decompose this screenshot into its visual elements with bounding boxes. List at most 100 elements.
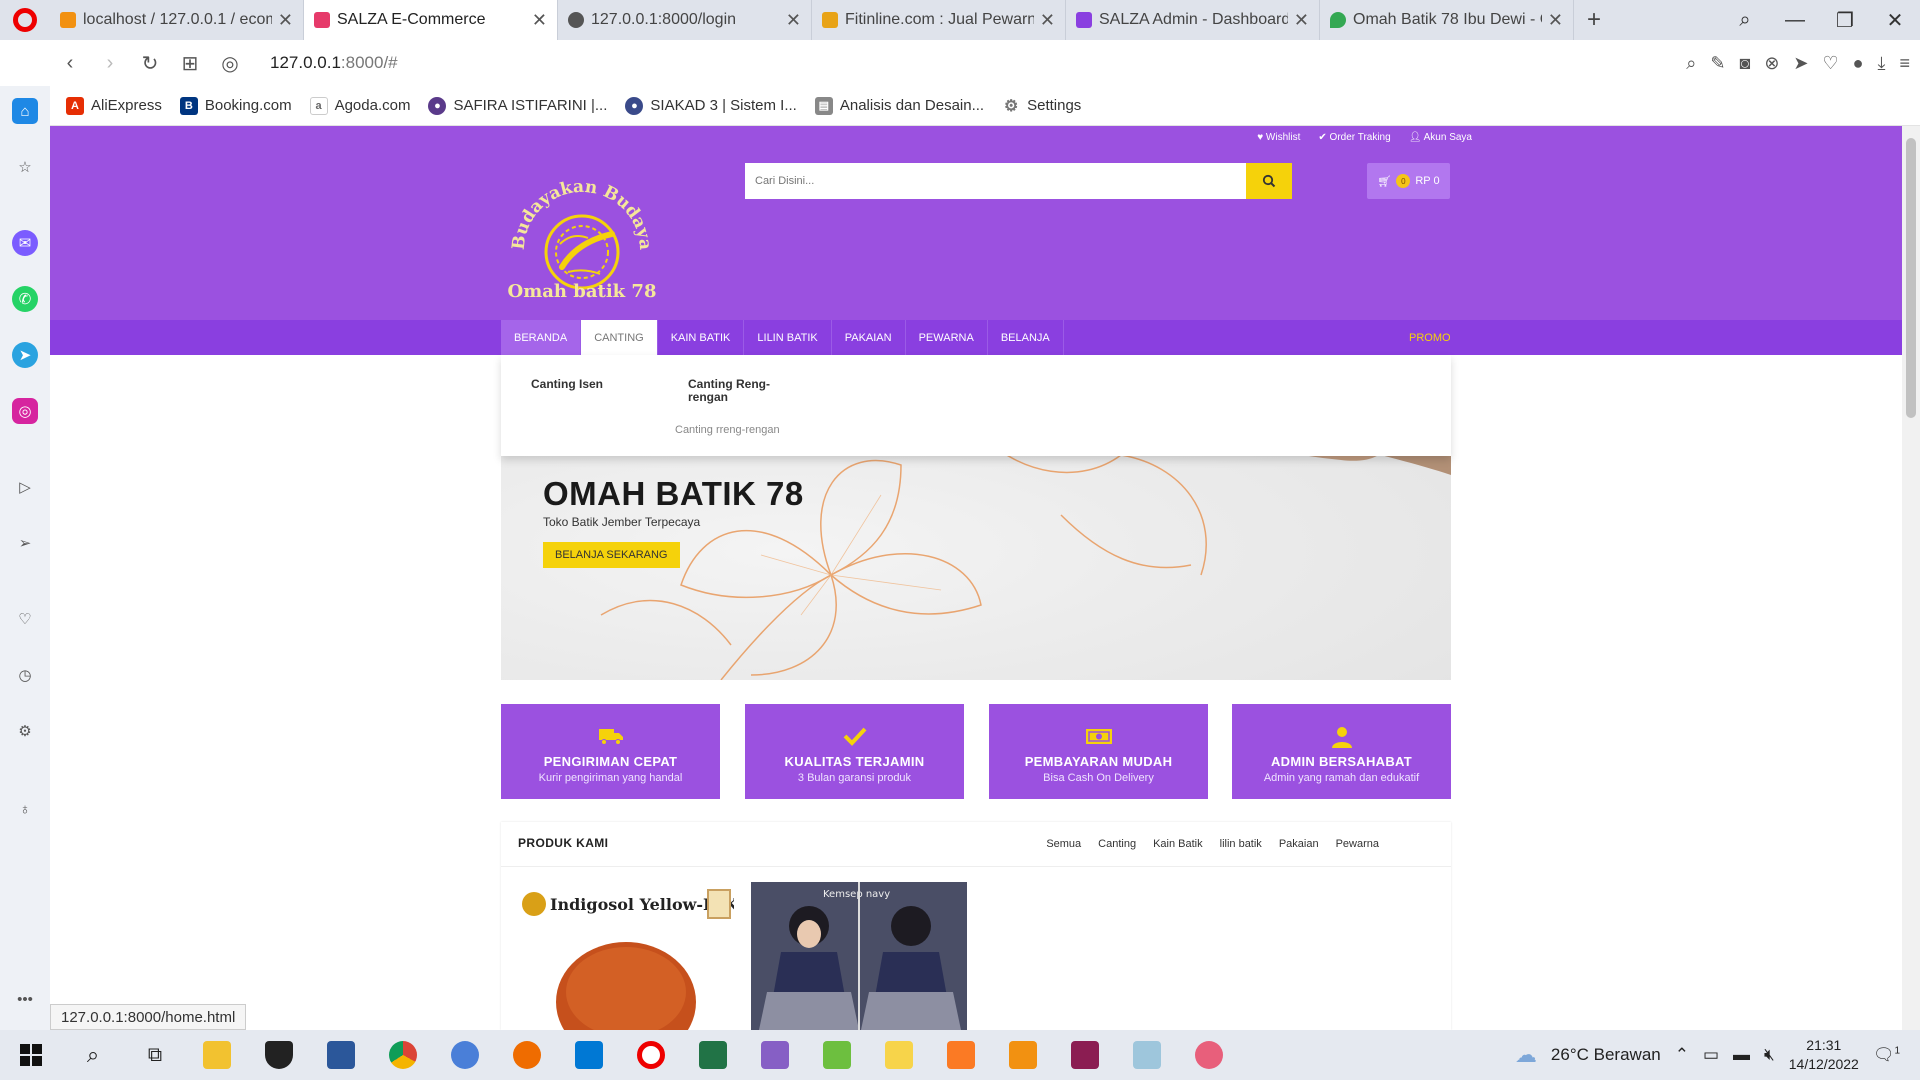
close-tab-icon[interactable]: ✕: [1040, 10, 1055, 31]
nav-canting[interactable]: CANTING: [581, 320, 658, 355]
bookmark-booking[interactable]: B Booking.com: [179, 96, 292, 115]
close-tab-icon[interactable]: ✕: [532, 10, 547, 31]
restore-button[interactable]: ❐: [1820, 8, 1870, 33]
podcast-app-icon[interactable]: [496, 1030, 558, 1080]
edit-icon[interactable]: ✎: [1710, 53, 1725, 74]
taskbar-search-icon[interactable]: ⌕: [62, 1030, 124, 1080]
close-tab-icon[interactable]: ✕: [1294, 10, 1309, 31]
camera-icon[interactable]: ◙: [1739, 53, 1750, 74]
winrar-icon[interactable]: [1054, 1030, 1116, 1080]
telegram-icon[interactable]: ➤: [12, 342, 38, 368]
network-icon[interactable]: ▭: [1703, 1045, 1719, 1065]
filter-semua[interactable]: Semua: [1046, 838, 1081, 850]
opera-menu-icon[interactable]: [0, 0, 50, 40]
dropdown-heading-canting-isen[interactable]: Canting Isen: [531, 378, 603, 391]
bookmark-settings[interactable]: ⚙ Settings: [1002, 97, 1081, 115]
filter-kain-batik[interactable]: Kain Batik: [1153, 838, 1203, 850]
product-card-kemsep-navy[interactable]: Kemsep navy: [751, 882, 967, 1030]
scrollbar-thumb[interactable]: [1906, 138, 1916, 418]
tab-maps[interactable]: Omah Batik 78 Ibu Dewi - G ✕: [1320, 0, 1574, 40]
nav-belanja[interactable]: BELANJA: [988, 320, 1064, 355]
filter-pewarna[interactable]: Pewarna: [1336, 838, 1379, 850]
notes-app-icon[interactable]: [1116, 1030, 1178, 1080]
instagram-icon[interactable]: ◎: [12, 398, 38, 424]
close-window-button[interactable]: ✕: [1870, 8, 1920, 33]
task-view-icon[interactable]: ⧉: [124, 1030, 186, 1080]
search-button[interactable]: [1246, 163, 1292, 199]
easy-setup-icon[interactable]: ≡: [1899, 53, 1910, 74]
history-clock-icon[interactable]: ◷: [12, 662, 38, 688]
bookmark-analisis[interactable]: ▤ Analisis dan Desain...: [814, 96, 984, 115]
bookmark-siakad[interactable]: ● SIAKAD 3 | Sistem I...: [625, 96, 797, 115]
nav-pakaian[interactable]: PAKAIAN: [832, 320, 906, 355]
site-info-icon[interactable]: ◎: [210, 51, 250, 76]
send-flow-icon[interactable]: ➢: [12, 530, 38, 556]
snipping-tool-icon[interactable]: [1178, 1030, 1240, 1080]
close-tab-icon[interactable]: ✕: [786, 10, 801, 31]
chrome-icon[interactable]: [372, 1030, 434, 1080]
search-input[interactable]: [745, 163, 1246, 199]
messenger-icon[interactable]: ✉: [12, 230, 38, 256]
security-shield-icon[interactable]: [248, 1030, 310, 1080]
tabs-grid-icon[interactable]: ⊞: [170, 51, 210, 76]
nav-beranda[interactable]: BERANDA: [501, 320, 582, 355]
battery-icon[interactable]: ▬: [1733, 1045, 1750, 1065]
back-button[interactable]: ‹: [50, 52, 90, 75]
sticky-notes-icon[interactable]: [868, 1030, 930, 1080]
heart-icon[interactable]: ♡: [1823, 53, 1839, 74]
word-icon[interactable]: [310, 1030, 372, 1080]
settings-gear-icon[interactable]: ⚙: [12, 718, 38, 744]
adblock-icon[interactable]: ⊗: [1764, 53, 1779, 74]
start-button[interactable]: [0, 1030, 62, 1080]
close-tab-icon[interactable]: ✕: [1548, 10, 1563, 31]
bookmark-aliexpress[interactable]: A AliExpress: [66, 96, 162, 115]
shop-now-button[interactable]: BELANJA SEKARANG: [543, 542, 680, 568]
dropdown-link-canting-rreng-rengan[interactable]: Canting rreng-rengan: [675, 424, 780, 436]
file-explorer-icon[interactable]: [186, 1030, 248, 1080]
speed-dial-icon[interactable]: ☆: [12, 154, 38, 180]
dropdown-heading-canting-reng-rengan[interactable]: Canting Reng-rengan: [688, 378, 784, 404]
cart-button[interactable]: 🛒︎ 0 RP 0: [1367, 163, 1450, 199]
nav-kain-batik[interactable]: KAIN BATIK: [658, 320, 745, 355]
tab-fitinline[interactable]: Fitinline.com : Jual Pewarna ✕: [812, 0, 1066, 40]
bookmark-safira[interactable]: ● SAFIRA ISTIFARINI |...: [428, 96, 607, 115]
nav-promo[interactable]: PROMO: [1409, 320, 1451, 355]
nav-pewarna[interactable]: PEWARNA: [906, 320, 988, 355]
whatsapp-icon[interactable]: ✆: [12, 286, 38, 312]
tips-lightbulb-icon[interactable]: ♁: [12, 796, 38, 822]
profile-icon[interactable]: ●: [1853, 53, 1864, 74]
draw-app-icon[interactable]: [992, 1030, 1054, 1080]
clock[interactable]: 21:31 14/12/2022: [1789, 1036, 1859, 1074]
tab-search-icon[interactable]: ⌕: [1720, 9, 1770, 32]
network-tool-icon[interactable]: [806, 1030, 868, 1080]
bookmark-agoda[interactable]: a Agoda.com: [309, 96, 410, 115]
chevron-up-icon[interactable]: ⌃: [1675, 1045, 1689, 1065]
tab-salza-admin[interactable]: SALZA Admin - Dashboard ✕: [1066, 0, 1320, 40]
omah-batik-logo[interactable]: Budayakan Budaya Omah batik 78: [502, 172, 662, 302]
vscode-icon[interactable]: [558, 1030, 620, 1080]
page-scrollbar[interactable]: [1902, 126, 1920, 1030]
order-tracking-link[interactable]: ✔ Order Traking: [1318, 132, 1390, 143]
download-icon[interactable]: ⤓: [1878, 53, 1886, 74]
wishlist-link[interactable]: ♥ Wishlist: [1257, 132, 1300, 143]
reload-button[interactable]: ↻: [130, 51, 170, 76]
more-options-icon[interactable]: •••: [12, 986, 38, 1012]
tab-phpmyadmin[interactable]: localhost / 127.0.0.1 / ecom ✕: [50, 0, 304, 40]
send-icon[interactable]: ➤: [1793, 53, 1808, 74]
nav-lilin-batik[interactable]: LILIN BATIK: [744, 320, 832, 355]
minimize-button[interactable]: —: [1770, 9, 1820, 32]
player-icon[interactable]: ▷: [12, 474, 38, 500]
favorites-heart-icon[interactable]: ♡: [12, 606, 38, 632]
filter-canting[interactable]: Canting: [1098, 838, 1136, 850]
search-page-icon[interactable]: ⌕: [1686, 53, 1696, 74]
home-icon[interactable]: ⌂: [12, 98, 38, 124]
excel-icon[interactable]: [682, 1030, 744, 1080]
forward-button[interactable]: ›: [90, 52, 130, 75]
chromium-icon[interactable]: [434, 1030, 496, 1080]
filter-lilin-batik[interactable]: lilin batik: [1220, 838, 1262, 850]
weather-text[interactable]: 26°C Berawan: [1551, 1045, 1661, 1065]
product-card-indigosol[interactable]: Indigosol Yellow-IGK: [518, 882, 739, 1030]
close-tab-icon[interactable]: ✕: [278, 10, 293, 31]
volume-icon[interactable]: 🔇︎: [1764, 1045, 1775, 1065]
tab-salza-ecommerce[interactable]: SALZA E-Commerce ✕: [304, 0, 558, 40]
